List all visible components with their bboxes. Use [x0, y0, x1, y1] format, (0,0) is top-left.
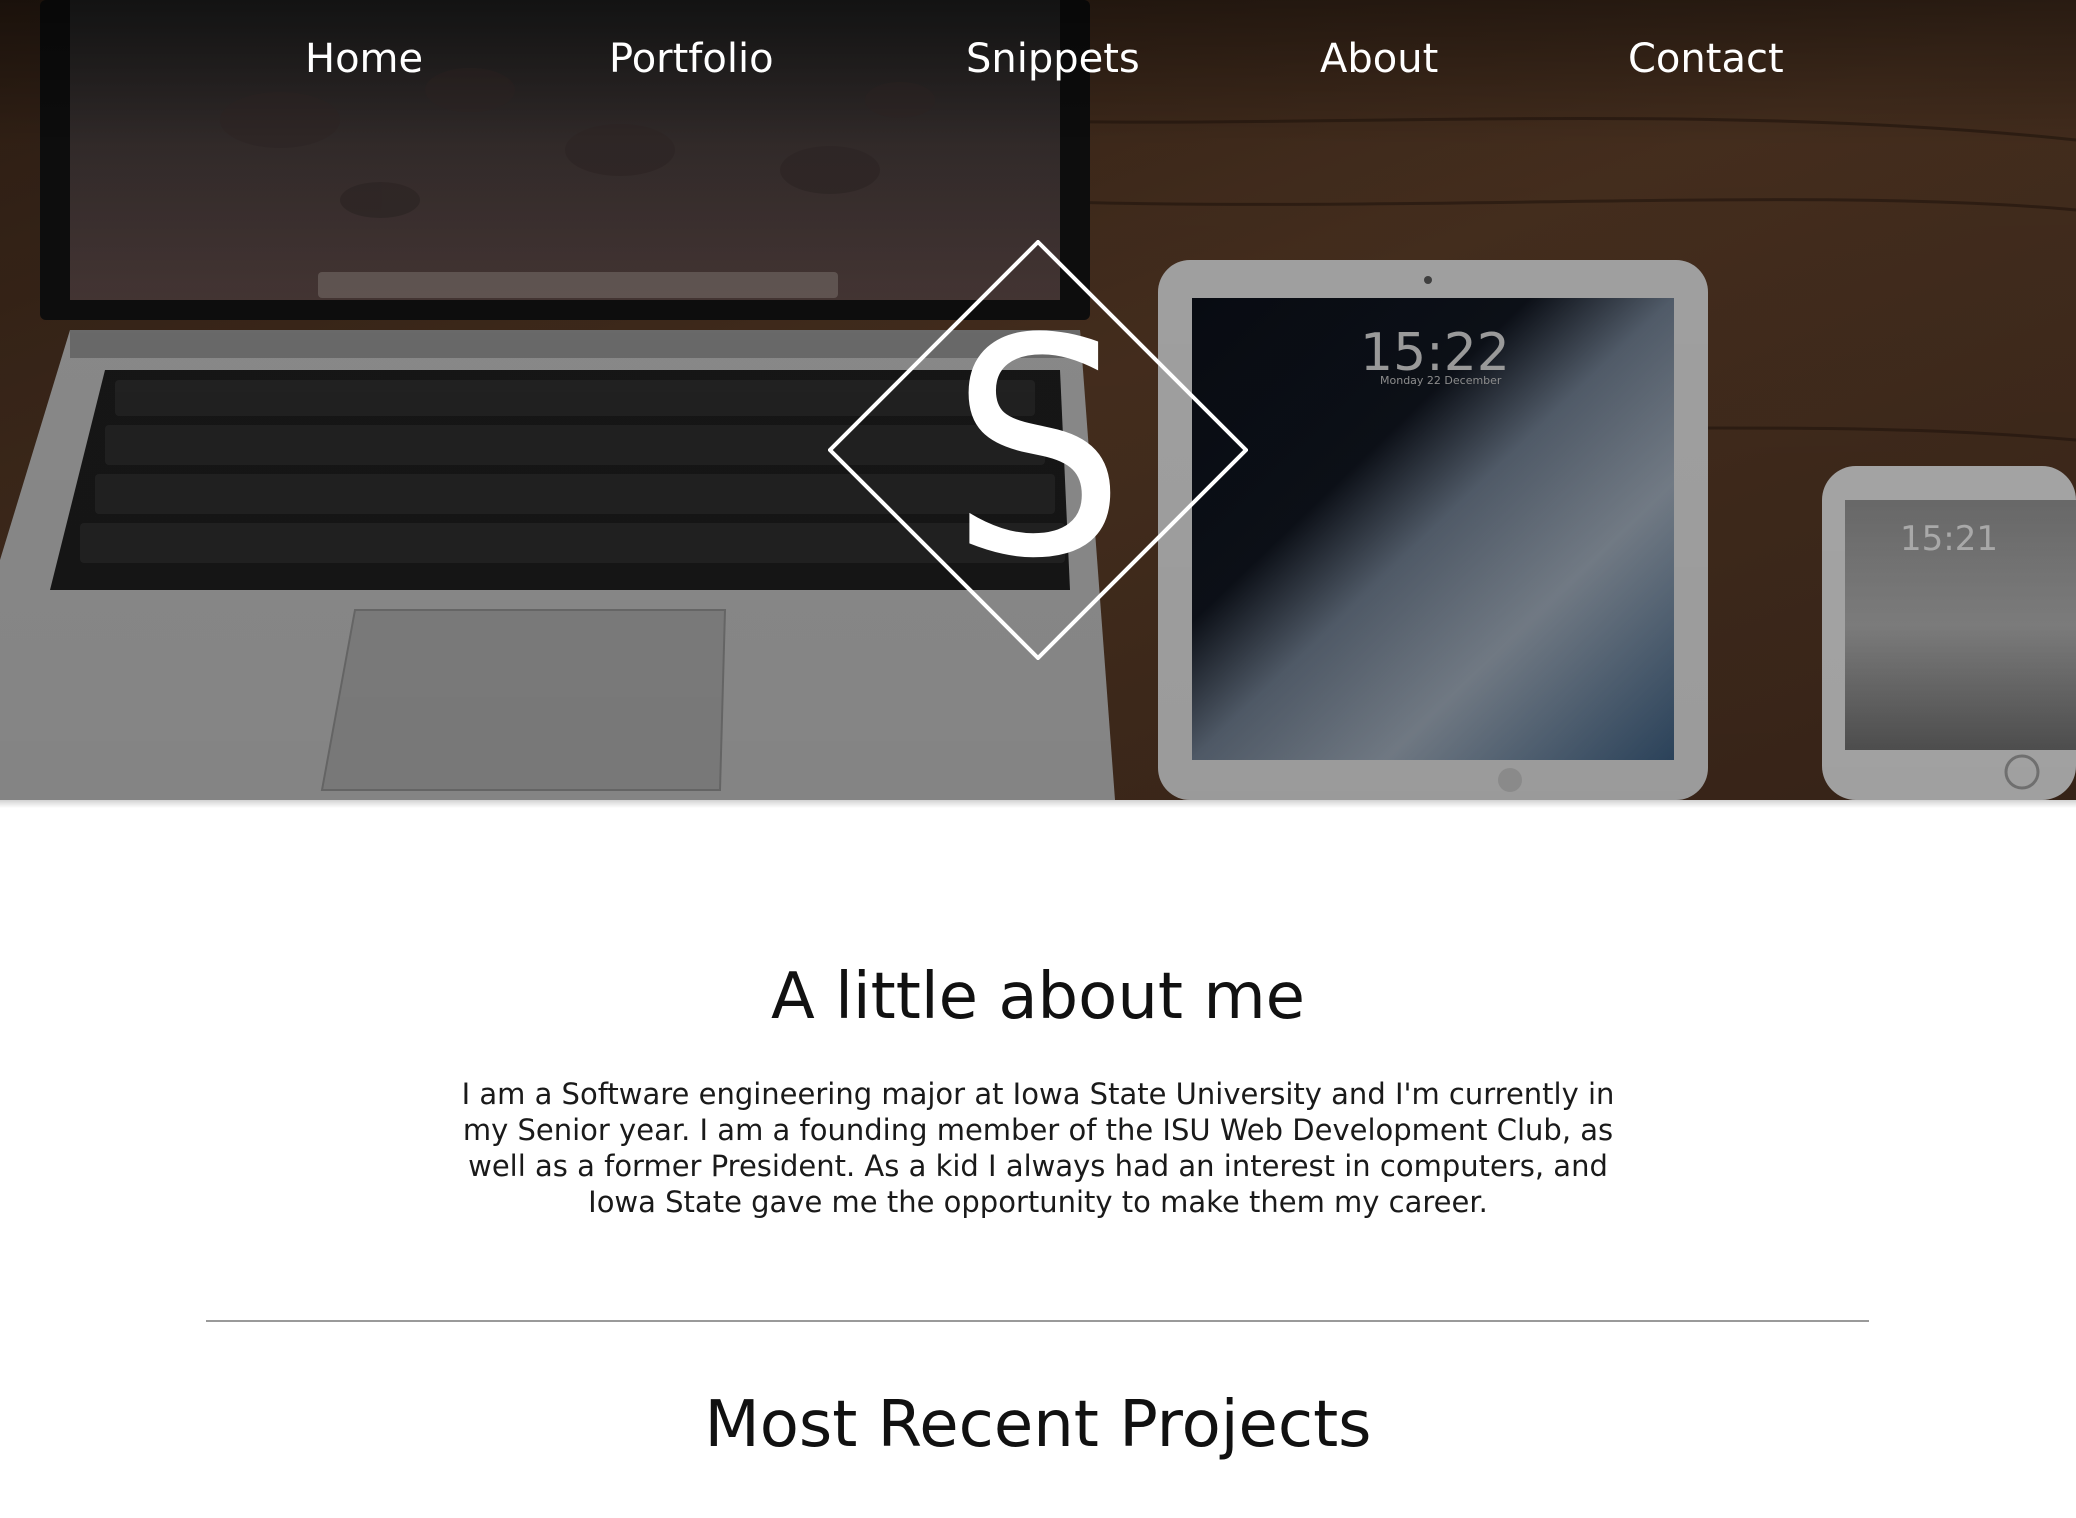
about-paragraph: I am a Software engineering major at Iow…	[461, 1077, 1615, 1219]
projects-heading: Most Recent Projects	[704, 1388, 1372, 1462]
nav-link-portfolio[interactable]: Portfolio	[609, 36, 774, 82]
page: 15:22 Monday 22 December 15:21 Home Port…	[0, 0, 2076, 1518]
tablet-date: Monday 22 December	[1380, 374, 1502, 387]
nav-link-about[interactable]: About	[1320, 36, 1438, 82]
nav-link-snippets[interactable]: Snippets	[966, 36, 1140, 82]
logo-letter: S	[950, 275, 1126, 624]
phone-clock: 15:21	[1900, 519, 1998, 559]
section-divider	[206, 1320, 1869, 1322]
site-logo[interactable]: S	[827, 239, 1249, 661]
hero-shadow	[0, 800, 2076, 808]
hero-banner: 15:22 Monday 22 December 15:21 Home Port…	[0, 0, 2076, 800]
main-navigation: Home Portfolio Snippets About Contact	[0, 0, 2076, 128]
nav-link-home[interactable]: Home	[305, 36, 423, 82]
nav-link-contact[interactable]: Contact	[1628, 36, 1784, 82]
about-heading: A little about me	[770, 960, 1306, 1034]
